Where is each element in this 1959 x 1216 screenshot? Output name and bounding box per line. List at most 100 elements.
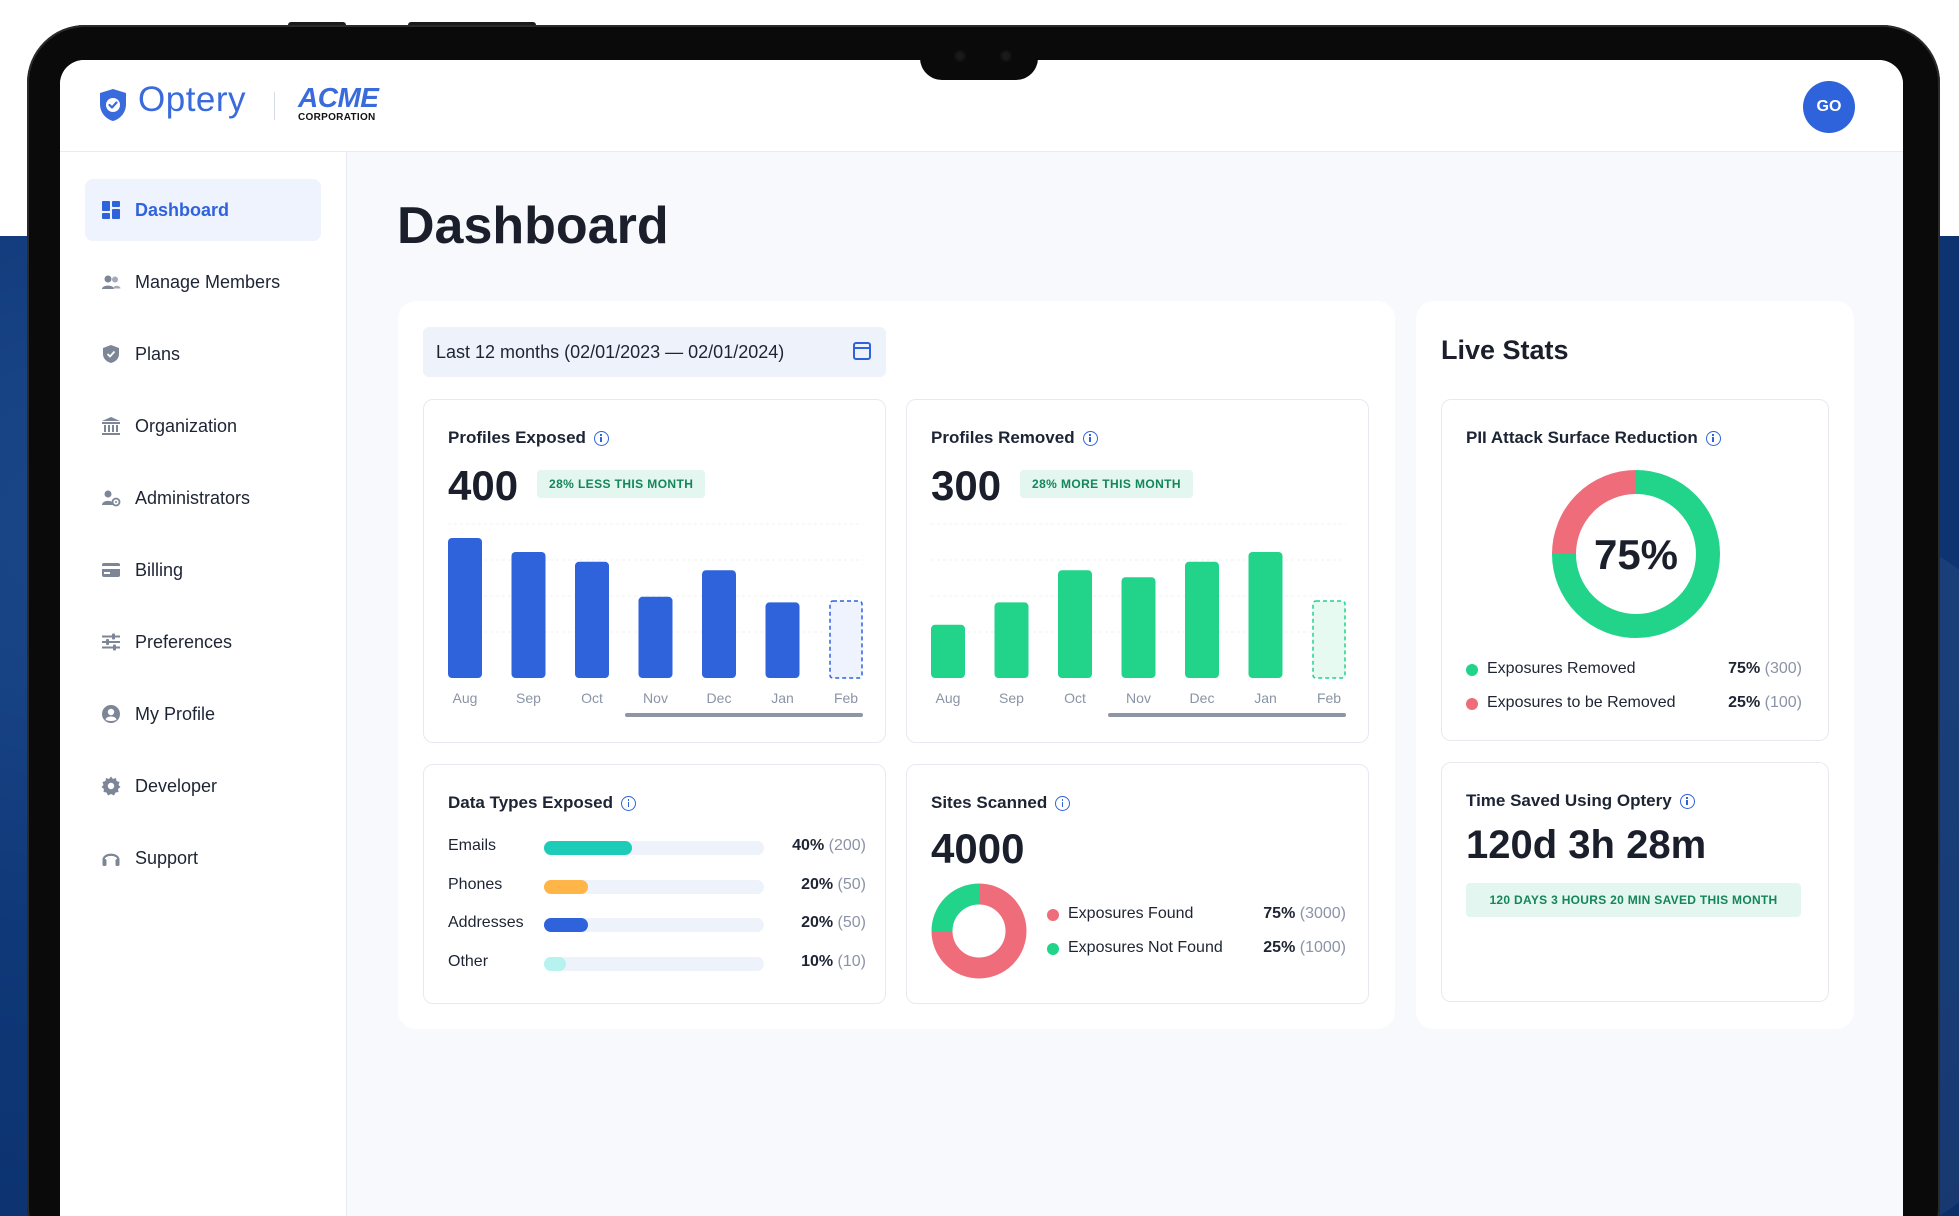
sidebar-item-billing[interactable]: Billing [85, 539, 321, 601]
tick-label: Feb [834, 690, 858, 706]
sidebar-item-dashboard[interactable]: Dashboard [85, 179, 321, 241]
sidebar-item-preferences[interactable]: Preferences [85, 611, 321, 673]
calendar-icon [853, 342, 871, 360]
tick-label: Aug [936, 690, 961, 706]
data-type-row: Other 10% (10) [448, 953, 866, 973]
data-type-label: Phones [448, 875, 503, 893]
tick-label: Oct [1064, 690, 1086, 706]
time-saved-badge: 120 DAYS 3 HOURS 20 MIN SAVED THIS MONTH [1466, 883, 1801, 917]
camera-icon [954, 50, 966, 62]
info-icon[interactable] [621, 795, 637, 811]
live-stats-title: Live Stats [1441, 335, 1569, 365]
legend-item: Exposures Removed 75% (300) [1466, 660, 1802, 680]
tick-label: Sep [516, 690, 541, 706]
bank-icon [102, 417, 120, 435]
bar[interactable] [765, 602, 800, 678]
donut-center-value: 75% [1594, 531, 1678, 578]
logo-divider [274, 92, 275, 120]
sidebar-item-label: Preferences [135, 631, 233, 652]
client-logo: ACME [298, 82, 379, 113]
legend-dot [1047, 943, 1059, 955]
pii-reduction-donut: 75% [1552, 470, 1720, 638]
progress-fill [544, 879, 588, 894]
sidebar-item-plans[interactable]: Plans [85, 323, 321, 385]
legend-dot [1466, 698, 1478, 710]
legend-label: Exposures to be Removed [1487, 694, 1676, 711]
bar-placeholder [1312, 600, 1346, 679]
sites-scanned-card: Sites Scanned 4000 Exposures Found 75% (… [906, 764, 1369, 1004]
bar[interactable] [931, 624, 965, 678]
progress-track [544, 879, 764, 894]
card-icon [102, 563, 120, 577]
sidebar-item-label: Support [135, 847, 199, 868]
sidebar-item-organization[interactable]: Organization [85, 395, 321, 457]
tick-label: Dec [707, 690, 732, 706]
progress-track [544, 841, 764, 855]
sidebar-item-manage-members[interactable]: Manage Members [85, 251, 321, 313]
legend-dot [1466, 664, 1478, 676]
sidebar-item-support[interactable]: Support [85, 827, 321, 889]
bar[interactable] [1248, 552, 1283, 678]
date-range-picker[interactable]: Last 12 months (02/01/2023 — 02/01/2024) [423, 327, 886, 377]
bar[interactable] [511, 552, 546, 678]
tick-label: Jan [1254, 690, 1277, 706]
sidebar-item-developer[interactable]: Developer [85, 755, 321, 817]
progress-fill [544, 918, 588, 932]
progress-fill [544, 956, 566, 971]
bar[interactable] [575, 561, 609, 678]
sidebar-item-label: Developer [135, 775, 218, 796]
legend-value: 25% (1000) [1263, 939, 1346, 956]
scrollbar[interactable] [1108, 713, 1346, 717]
card-title-text: Time Saved Using Optery [1466, 791, 1672, 810]
data-type-label: Addresses [448, 914, 524, 931]
bar[interactable] [638, 596, 673, 678]
bar[interactable] [1185, 561, 1219, 678]
bar-placeholder [829, 600, 863, 679]
legend-value: 75% (3000) [1263, 905, 1346, 922]
legend-value: 25% (100) [1728, 694, 1802, 711]
sidebar-item-label: Administrators [135, 487, 251, 508]
date-range-label: Last 12 months (02/01/2023 — 02/01/2024) [436, 342, 785, 362]
sidebar-item-label: Billing [135, 559, 184, 580]
tick-label: Dec [1190, 690, 1215, 706]
sidebar: Dashboard Manage Members Plans Organizat… [60, 152, 347, 1216]
info-icon[interactable] [1679, 793, 1695, 809]
camera-notch [920, 58, 1038, 80]
sidebar-item-label: Plans [135, 343, 181, 364]
legend-dot [1047, 909, 1059, 921]
sidebar-item-administrators[interactable]: Administrators [85, 467, 321, 529]
camera-icon [1000, 50, 1012, 62]
profiles-exposed-chart: Aug Sep Oct Nov Dec Jan Feb [448, 523, 863, 717]
data-type-value: 20% (50) [801, 914, 866, 931]
profiles-removed-card: Profiles Removed 300 28% MORE THIS MONTH… [906, 399, 1369, 743]
scrollbar[interactable] [625, 713, 863, 717]
dashboard-icon [102, 201, 120, 219]
legend-label: Exposures Removed [1487, 660, 1636, 677]
donut-slice[interactable] [931, 883, 980, 932]
data-type-row: Addresses 20% (50) [448, 914, 866, 934]
bar[interactable] [1058, 570, 1092, 678]
bar[interactable] [448, 538, 482, 678]
tick-label: Nov [643, 690, 668, 706]
client-logo-sub: CORPORATION [298, 112, 376, 123]
data-type-row: Phones 20% (50) [448, 876, 866, 896]
bar[interactable] [994, 602, 1029, 678]
data-type-value: 10% (10) [801, 952, 866, 970]
tick-label: Sep [999, 690, 1024, 706]
bar[interactable] [702, 570, 736, 678]
headset-icon [102, 853, 120, 866]
card-title: Data Types Exposed [448, 793, 637, 813]
data-type-label: Emails [448, 837, 497, 854]
user-icon [102, 705, 120, 723]
bar[interactable] [1121, 577, 1156, 678]
brand-name: Optery [138, 80, 247, 119]
progress-track [544, 956, 764, 971]
user-avatar[interactable]: GO [1803, 81, 1855, 133]
data-type-row: Emails 40% (200) [448, 837, 866, 857]
data-type-value: 40% (200) [792, 837, 866, 854]
time-saved-value: 120d 3h 28m [1466, 823, 1707, 867]
optery-logo-icon [100, 89, 126, 121]
sidebar-item-my-profile[interactable]: My Profile [85, 683, 321, 745]
card-title: Time Saved Using Optery [1466, 791, 1695, 811]
legend-value: 75% (300) [1728, 660, 1802, 677]
